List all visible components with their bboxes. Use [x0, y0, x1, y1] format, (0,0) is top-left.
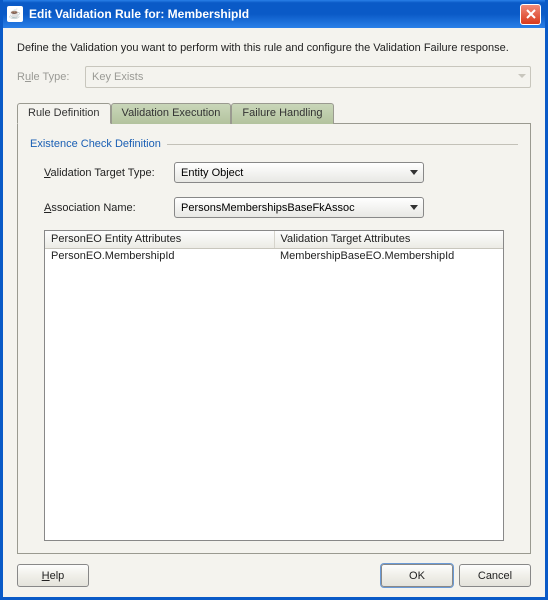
rule-type-label: Rule Type:: [17, 71, 85, 83]
table-cell-entity: PersonEO.MembershipId: [45, 249, 274, 265]
rule-type-select: Key Exists: [85, 66, 531, 88]
tab-validation-execution[interactable]: Validation Execution: [111, 103, 232, 124]
intro-text: Define the Validation you want to perfor…: [17, 42, 531, 54]
association-name-row: Association Name: PersonsMembershipsBase…: [44, 197, 518, 218]
window-title: Edit Validation Rule for: MembershipId: [29, 7, 520, 21]
titlebar: ☕ Edit Validation Rule for: MembershipId: [3, 0, 545, 28]
validation-target-type-value: Entity Object: [181, 167, 243, 179]
close-icon: [526, 9, 536, 19]
chevron-down-icon: [518, 74, 526, 78]
java-icon: ☕: [7, 6, 23, 22]
cancel-button[interactable]: Cancel: [459, 564, 531, 587]
existence-group-label: Existence Check Definition: [30, 138, 518, 150]
tabs: Rule Definition Validation Execution Fai…: [17, 103, 531, 124]
table-header-entity-attrs[interactable]: PersonEO Entity Attributes: [45, 231, 275, 248]
close-button[interactable]: [520, 4, 541, 25]
attributes-table: PersonEO Entity Attributes Validation Ta…: [44, 230, 504, 541]
table-header: PersonEO Entity Attributes Validation Ta…: [45, 231, 503, 249]
table-header-target-attrs[interactable]: Validation Target Attributes: [275, 231, 504, 248]
table-cell-target: MembershipBaseEO.MembershipId: [274, 249, 503, 265]
table-row[interactable]: PersonEO.MembershipId MembershipBaseEO.M…: [45, 249, 503, 265]
dialog-content: Define the Validation you want to perfor…: [3, 28, 545, 597]
chevron-down-icon: [405, 199, 422, 216]
rule-type-row: Rule Type: Key Exists: [17, 66, 531, 88]
tab-rule-definition[interactable]: Rule Definition: [17, 103, 111, 124]
association-name-select[interactable]: PersonsMembershipsBaseFkAssoc: [174, 197, 424, 218]
validation-target-type-select[interactable]: Entity Object: [174, 162, 424, 183]
rule-type-value: Key Exists: [92, 71, 143, 83]
help-button[interactable]: Help: [17, 564, 89, 587]
chevron-down-icon: [405, 164, 422, 181]
validation-target-type-row: Validation Target Type: Entity Object: [44, 162, 518, 183]
ok-button[interactable]: OK: [381, 564, 453, 587]
dialog-footer: Help OK Cancel: [17, 564, 531, 587]
association-name-value: PersonsMembershipsBaseFkAssoc: [181, 202, 355, 214]
association-name-label: Association Name:: [44, 202, 174, 214]
validation-target-type-label: Validation Target Type:: [44, 167, 174, 179]
dialog-window: ☕ Edit Validation Rule for: MembershipId…: [0, 0, 548, 600]
tab-panel-definition: Existence Check Definition Validation Ta…: [17, 123, 531, 554]
tab-failure-handling[interactable]: Failure Handling: [231, 103, 333, 124]
